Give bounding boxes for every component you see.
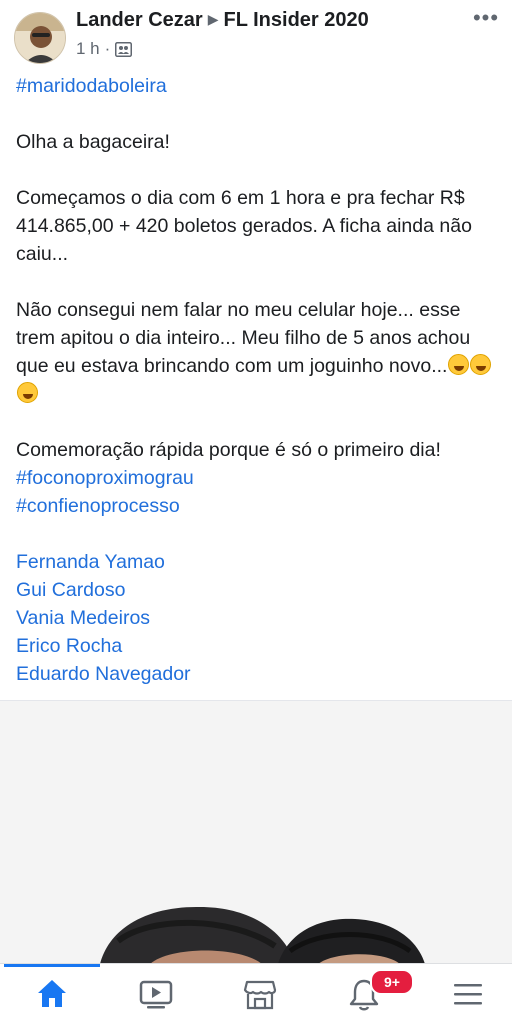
facebook-post-screen: Lander Cezar ▶ FL Insider 2020 1 h · ••• #… (0, 0, 512, 1024)
home-icon[interactable] (32, 974, 72, 1014)
paragraph-2: Começamos o dia com 6 em 1 hora e pra fe… (16, 187, 472, 265)
laughing-emoji-icon (17, 382, 38, 403)
video-icon[interactable] (136, 974, 176, 1014)
author-name[interactable]: Lander Cezar (76, 9, 203, 31)
author-group-line: Lander Cezar ▶ FL Insider 2020 (76, 9, 369, 32)
post-photo[interactable] (0, 701, 512, 964)
active-tab-indicator (4, 964, 100, 967)
post-body: #maridodaboleira Olha a bagaceira! Começ… (16, 72, 501, 688)
mention-link[interactable]: Eduardo Navegador (16, 660, 501, 688)
menu-icon[interactable] (448, 974, 488, 1014)
laughing-emoji-icon (470, 354, 492, 375)
group-icon (115, 41, 133, 57)
marketplace-icon[interactable] (240, 974, 280, 1014)
hashtag-link[interactable]: #maridodaboleira (16, 72, 501, 100)
post-meta: 1 h · (76, 39, 133, 59)
author-avatar[interactable] (14, 12, 66, 64)
right-triangle-icon: ▶ (207, 11, 219, 27)
mention-link[interactable]: Vania Medeiros (16, 604, 501, 632)
hashtag-link[interactable]: #confienoprocesso (16, 492, 501, 520)
group-name[interactable]: FL Insider 2020 (224, 9, 369, 31)
paragraph-4: Comemoração rápida porque é só o primeir… (16, 439, 441, 461)
notification-badge: 9+ (370, 969, 414, 995)
paragraph-1: Olha a bagaceira! (16, 131, 170, 153)
post-time[interactable]: 1 h (76, 39, 100, 59)
hashtag-link[interactable]: #foconoproximograu (16, 464, 501, 492)
photo-image (0, 701, 512, 964)
more-options-icon[interactable]: ••• (472, 7, 500, 32)
paragraph-3-block: Não consegui nem falar no meu celular ho… (16, 296, 501, 408)
paragraph-4-block: Comemoração rápida porque é só o primeir… (16, 436, 501, 520)
laughing-emoji-icon (448, 354, 470, 375)
mention-link[interactable]: Gui Cardoso (16, 576, 501, 604)
avatar-image (15, 13, 65, 63)
paragraph-3: Não consegui nem falar no meu celular ho… (16, 299, 471, 377)
mention-link[interactable]: Erico Rocha (16, 632, 501, 660)
mention-link[interactable]: Fernanda Yamao (16, 548, 501, 576)
mentions-list: Fernanda Yamao Gui Cardoso Vania Medeiro… (16, 548, 501, 688)
bottom-tab-bar (0, 963, 512, 1024)
hashtag-top-block: #maridodaboleira (16, 72, 501, 100)
post-header: Lander Cezar ▶ FL Insider 2020 1 h · ••• (0, 0, 512, 70)
meta-separator: · (104, 39, 111, 58)
